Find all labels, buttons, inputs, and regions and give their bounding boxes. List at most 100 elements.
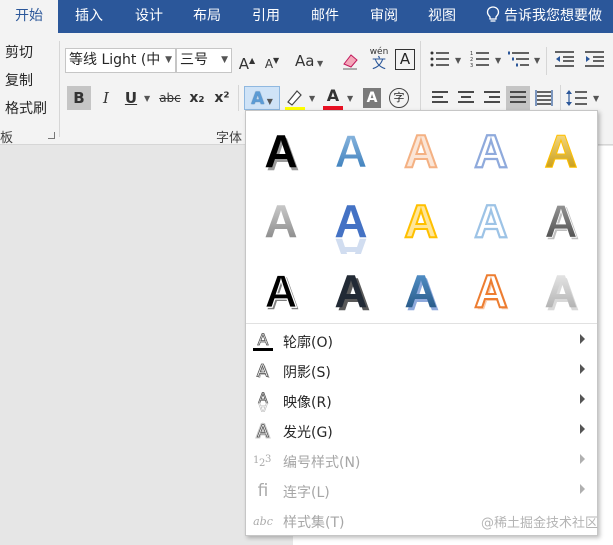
italic-button[interactable]: I: [95, 86, 117, 110]
text-effect-preview: AA: [473, 264, 509, 319]
chevron-down-icon[interactable]: ▼: [165, 49, 172, 72]
text-effect-preview: AA: [264, 264, 300, 319]
ribbon-tab-bar: 开始 插入 设计 布局 引用 邮件 审阅 视图 告诉我您想要做: [0, 0, 613, 33]
tab-insert[interactable]: 插入: [60, 0, 118, 33]
align-right-icon[interactable]: [484, 91, 501, 106]
separator: [238, 85, 239, 111]
text-effect-style-gray-gradient[interactable]: A: [246, 184, 316, 254]
char-border-button[interactable]: A: [395, 49, 415, 70]
tab-references[interactable]: 引用: [237, 0, 295, 33]
group-separator: [59, 41, 60, 137]
chevron-down-icon[interactable]: ▼: [347, 94, 353, 103]
text-effect-style-gold-fill[interactable]: A: [386, 184, 456, 254]
multilevel-list-icon[interactable]: [508, 50, 530, 72]
text-effect-style-gray-bevel[interactable]: AA: [526, 184, 596, 254]
chevron-down-icon[interactable]: ▼: [221, 49, 228, 72]
decrease-indent-icon[interactable]: [555, 50, 575, 72]
cut-button[interactable]: 剪切: [5, 42, 33, 62]
chevron-down-icon[interactable]: ▼: [534, 56, 540, 65]
tab-layout[interactable]: 布局: [178, 0, 236, 33]
distributed-icon[interactable]: [535, 89, 553, 111]
tell-me-text: 告诉我您想要做: [504, 8, 602, 24]
superscript-button[interactable]: x²: [211, 86, 233, 110]
text-effect-style-blue-gradient[interactable]: A: [316, 114, 386, 184]
justify-icon[interactable]: [506, 86, 530, 111]
increase-indent-icon[interactable]: [585, 50, 605, 72]
text-effects-button[interactable]: A ▼: [244, 86, 280, 110]
grow-font-button[interactable]: A▲: [237, 49, 257, 73]
text-effect-style-white-gray[interactable]: AA: [526, 254, 596, 324]
svg-text:abc: abc: [253, 515, 273, 528]
shrink-font-button[interactable]: A▼: [262, 49, 282, 73]
char-shading-button[interactable]: A: [363, 88, 381, 108]
chevron-down-icon[interactable]: ▼: [495, 56, 501, 65]
bullets-icon[interactable]: [430, 50, 450, 72]
chevron-down-icon[interactable]: ▼: [309, 94, 315, 103]
watermark: @稀土掘金技术社区: [481, 516, 599, 531]
format-painter-button[interactable]: 格式刷: [5, 98, 47, 118]
menu-item-reflection[interactable]: AA 映像(R): [246, 386, 597, 416]
text-effect-preview: A: [544, 125, 578, 178]
tab-design[interactable]: 设计: [120, 0, 178, 33]
chevron-down-icon[interactable]: ▼: [144, 94, 150, 103]
text-effect-style-dark-3d[interactable]: AA: [316, 254, 386, 324]
reflection-icon: AA: [252, 390, 274, 416]
text-effect-style-blue-3d[interactable]: AA: [386, 254, 456, 324]
chevron-down-icon[interactable]: ▼: [593, 94, 599, 103]
clipboard-launcher-icon[interactable]: [48, 132, 55, 139]
subscript-button[interactable]: x₂: [186, 86, 208, 110]
svg-text:A: A: [258, 330, 269, 349]
bold-button[interactable]: B: [67, 86, 91, 110]
tab-review[interactable]: 审阅: [355, 0, 413, 33]
font-group-label: 字体: [216, 131, 243, 146]
lightbulb-icon: [486, 6, 500, 22]
text-effect-style-black-white-outline[interactable]: AA: [246, 254, 316, 324]
text-effect-preview: AA: [544, 265, 579, 320]
effect-letter: A: [334, 125, 367, 177]
enclose-char-button[interactable]: 字: [389, 88, 409, 108]
phonetic-guide-button[interactable]: wén 文: [368, 47, 390, 73]
font-name-combo[interactable]: 等线 Light (中 ▼: [65, 48, 176, 73]
change-case-button[interactable]: Aa ▼: [295, 49, 329, 73]
underline-button[interactable]: U: [121, 86, 141, 110]
text-effect-style-blue-outline[interactable]: A: [456, 114, 526, 184]
font-size-combo[interactable]: 三号 ▼: [176, 48, 232, 73]
font-color-button[interactable]: A: [323, 86, 343, 112]
menu-item-label: 连字(L): [283, 485, 330, 501]
numbering-icon[interactable]: 123: [470, 50, 490, 72]
tell-me-box[interactable]: 告诉我您想要做: [486, 0, 602, 33]
submenu-arrow-icon: [580, 394, 585, 404]
menu-item-shadow[interactable]: AA 阴影(S): [246, 356, 597, 386]
text-effect-style-gold-outline[interactable]: A: [526, 114, 596, 184]
text-effect-preview: AA: [544, 195, 580, 249]
menu-item-ligatures[interactable]: fi 连字(L): [246, 476, 597, 506]
copy-button[interactable]: 复制: [5, 70, 33, 90]
text-effect-style-black-shadow[interactable]: AA: [246, 114, 316, 184]
align-left-icon[interactable]: [432, 91, 449, 106]
text-effect-style-blue-reflection[interactable]: AA: [316, 184, 386, 254]
align-center-icon[interactable]: [458, 91, 475, 106]
text-effect-preview: AA: [264, 125, 299, 180]
text-effect-style-light-blue-outline[interactable]: A: [456, 184, 526, 254]
menu-item-outline[interactable]: A 轮廓(O): [246, 326, 597, 356]
tab-mailings[interactable]: 邮件: [296, 0, 354, 33]
text-effect-style-orange-3d[interactable]: AA: [456, 254, 526, 324]
tab-home[interactable]: 开始: [0, 0, 58, 33]
text-effect-style-orange-outline[interactable]: A: [386, 114, 456, 184]
highlight-button[interactable]: [284, 88, 306, 112]
strikethrough-button[interactable]: abc: [156, 86, 184, 110]
effect-letter: A: [544, 125, 577, 177]
text-effect-preview: AA: [404, 265, 439, 320]
tab-view[interactable]: 视图: [413, 0, 471, 33]
ligature-icon: fi: [252, 480, 274, 502]
svg-text:A: A: [257, 422, 269, 442]
effect-letter: A: [544, 265, 577, 317]
menu-item-number-style[interactable]: 123 编号样式(N): [246, 446, 597, 476]
chevron-down-icon[interactable]: ▼: [455, 56, 461, 65]
menu-item-label: 编号样式(N): [283, 455, 361, 471]
glow-icon: AA: [252, 420, 274, 444]
clear-format-icon[interactable]: [340, 51, 360, 71]
menu-item-glow[interactable]: AA 发光(G): [246, 416, 597, 446]
line-spacing-icon[interactable]: [566, 89, 588, 111]
text-effect-preview: A: [403, 194, 438, 248]
